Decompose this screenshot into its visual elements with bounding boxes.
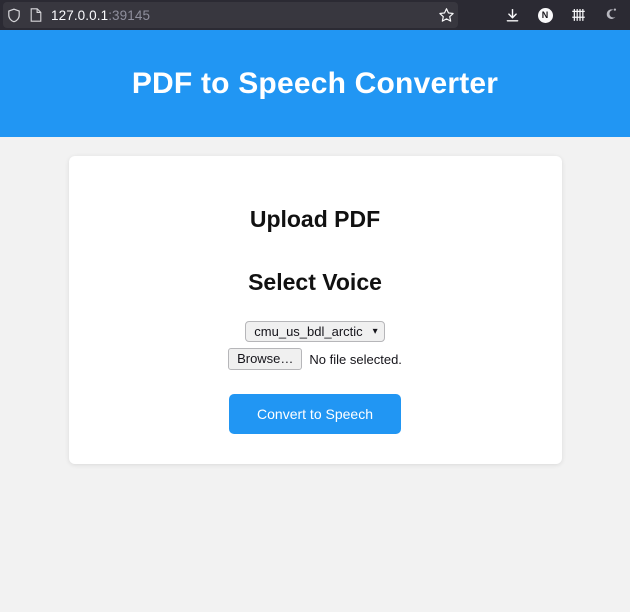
extensions-grid-icon[interactable] xyxy=(567,4,589,26)
voice-select-row: cmu_us_bdl_arctic ▾ xyxy=(89,321,542,342)
page-content: PDF to Speech Converter Upload PDF Selec… xyxy=(0,30,630,612)
file-status-text: No file selected. xyxy=(309,351,402,367)
file-input-row: Browse… No file selected. xyxy=(89,348,542,370)
extension-icon[interactable] xyxy=(600,4,622,26)
select-voice-heading: Select Voice xyxy=(248,269,382,295)
star-icon[interactable] xyxy=(434,3,458,27)
voice-select[interactable]: cmu_us_bdl_arctic ▾ xyxy=(245,321,385,342)
url-port: :39145 xyxy=(108,7,151,23)
shield-icon xyxy=(3,8,25,23)
account-icon[interactable]: N xyxy=(534,4,556,26)
upload-card: Upload PDF Select Voice cmu_us_bdl_arcti… xyxy=(68,156,562,464)
convert-to-speech-button[interactable]: Convert to Speech xyxy=(229,394,401,434)
browser-toolbar: 127.0.0.1:39145 N xyxy=(0,0,630,30)
toolbar-actions: N xyxy=(501,0,626,30)
upload-pdf-heading: Upload PDF xyxy=(249,206,381,232)
page-title: PDF to Speech Converter xyxy=(131,66,499,100)
url-bar[interactable]: 127.0.0.1:39145 xyxy=(3,2,458,28)
url-text[interactable]: 127.0.0.1:39145 xyxy=(51,8,150,23)
downloads-icon[interactable] xyxy=(501,4,523,26)
page-banner: PDF to Speech Converter xyxy=(0,30,630,137)
page-icon xyxy=(25,8,47,22)
account-initial: N xyxy=(537,7,553,23)
browse-button[interactable]: Browse… xyxy=(228,348,303,370)
voice-select-value: cmu_us_bdl_arctic xyxy=(254,323,363,339)
url-host: 127.0.0.1 xyxy=(51,7,109,23)
chevron-down-icon: ▾ xyxy=(372,325,378,337)
